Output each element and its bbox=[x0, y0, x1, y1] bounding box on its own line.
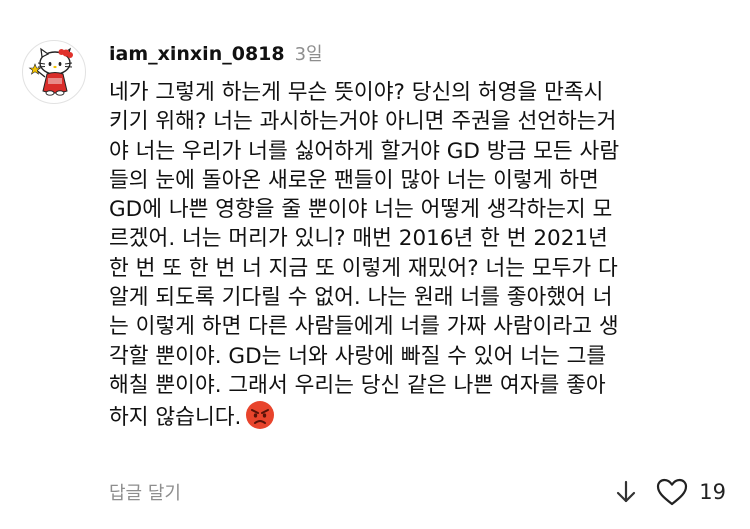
comment-line: 르겠어. 너는 머리가 있니? 매번 2016년 한 번 2021년 bbox=[109, 226, 608, 252]
username-link[interactable]: iam_xinxin_0818 bbox=[109, 43, 285, 65]
like-button[interactable]: 19 bbox=[655, 477, 726, 507]
comment-text: 네가 그렇게 하는게 무슨 뜻이야? 당신의 허영을 만족시 키기 위해? 너는… bbox=[109, 78, 729, 430]
comment-line: 각할 뿐이야. GD는 너와 사랑에 빠질 수 있어 너는 그를 bbox=[109, 343, 607, 369]
comment-line: 네가 그렇게 하는게 무슨 뜻이야? 당신의 허영을 만족시 bbox=[109, 80, 604, 105]
comment-line: GD에 나쁜 영향을 줄 뿐이야 너는 어떻게 생각하는지 모 bbox=[109, 197, 613, 223]
comment-line-last: 하지 않습니다. bbox=[109, 400, 729, 431]
reply-button[interactable]: 답글 달기 bbox=[109, 479, 181, 505]
comment-line: 는 이렇게 하면 다른 사람들에게 너를 가짜 사람이라고 생 bbox=[109, 314, 619, 340]
comment-line-text: 하지 않습니다. bbox=[109, 405, 242, 431]
comment-actions: 답글 달기 19 bbox=[109, 478, 726, 506]
user-avatar[interactable] bbox=[22, 40, 86, 104]
like-count: 19 bbox=[699, 480, 726, 504]
translate-arrow-button[interactable] bbox=[615, 479, 637, 505]
comment-line: 키기 위해? 너는 과시하는거야 아니면 주권을 선언하는거 bbox=[109, 109, 617, 135]
arrow-down-icon bbox=[617, 480, 636, 503]
comment-header: iam_xinxin_0818 3일 bbox=[109, 40, 323, 66]
comment-line: 야 너는 우리가 너를 싫어하게 할거야 GD 방금 모든 사람 bbox=[109, 138, 620, 164]
comment-line: 들의 눈에 돌아온 새로운 팬들이 많아 너는 이렇게 하면 bbox=[109, 167, 599, 193]
hello-kitty-avatar-icon bbox=[28, 47, 73, 96]
comment-actions-right: 19 bbox=[615, 477, 726, 507]
comment-timestamp: 3일 bbox=[294, 44, 323, 65]
comment-line: 알게 되도록 기다릴 수 없어. 나는 원래 너를 좋아했어 너 bbox=[109, 285, 613, 311]
comment-line: 해칠 뿐이야. 그래서 우리는 당신 같은 나쁜 여자를 좋아 bbox=[109, 372, 606, 398]
angry-face-icon bbox=[245, 400, 275, 430]
heart-icon bbox=[657, 478, 688, 506]
comment-line: 한 번 또 한 번 너 지금 또 이렇게 재밌어? 너는 모두가 다 bbox=[109, 255, 618, 281]
